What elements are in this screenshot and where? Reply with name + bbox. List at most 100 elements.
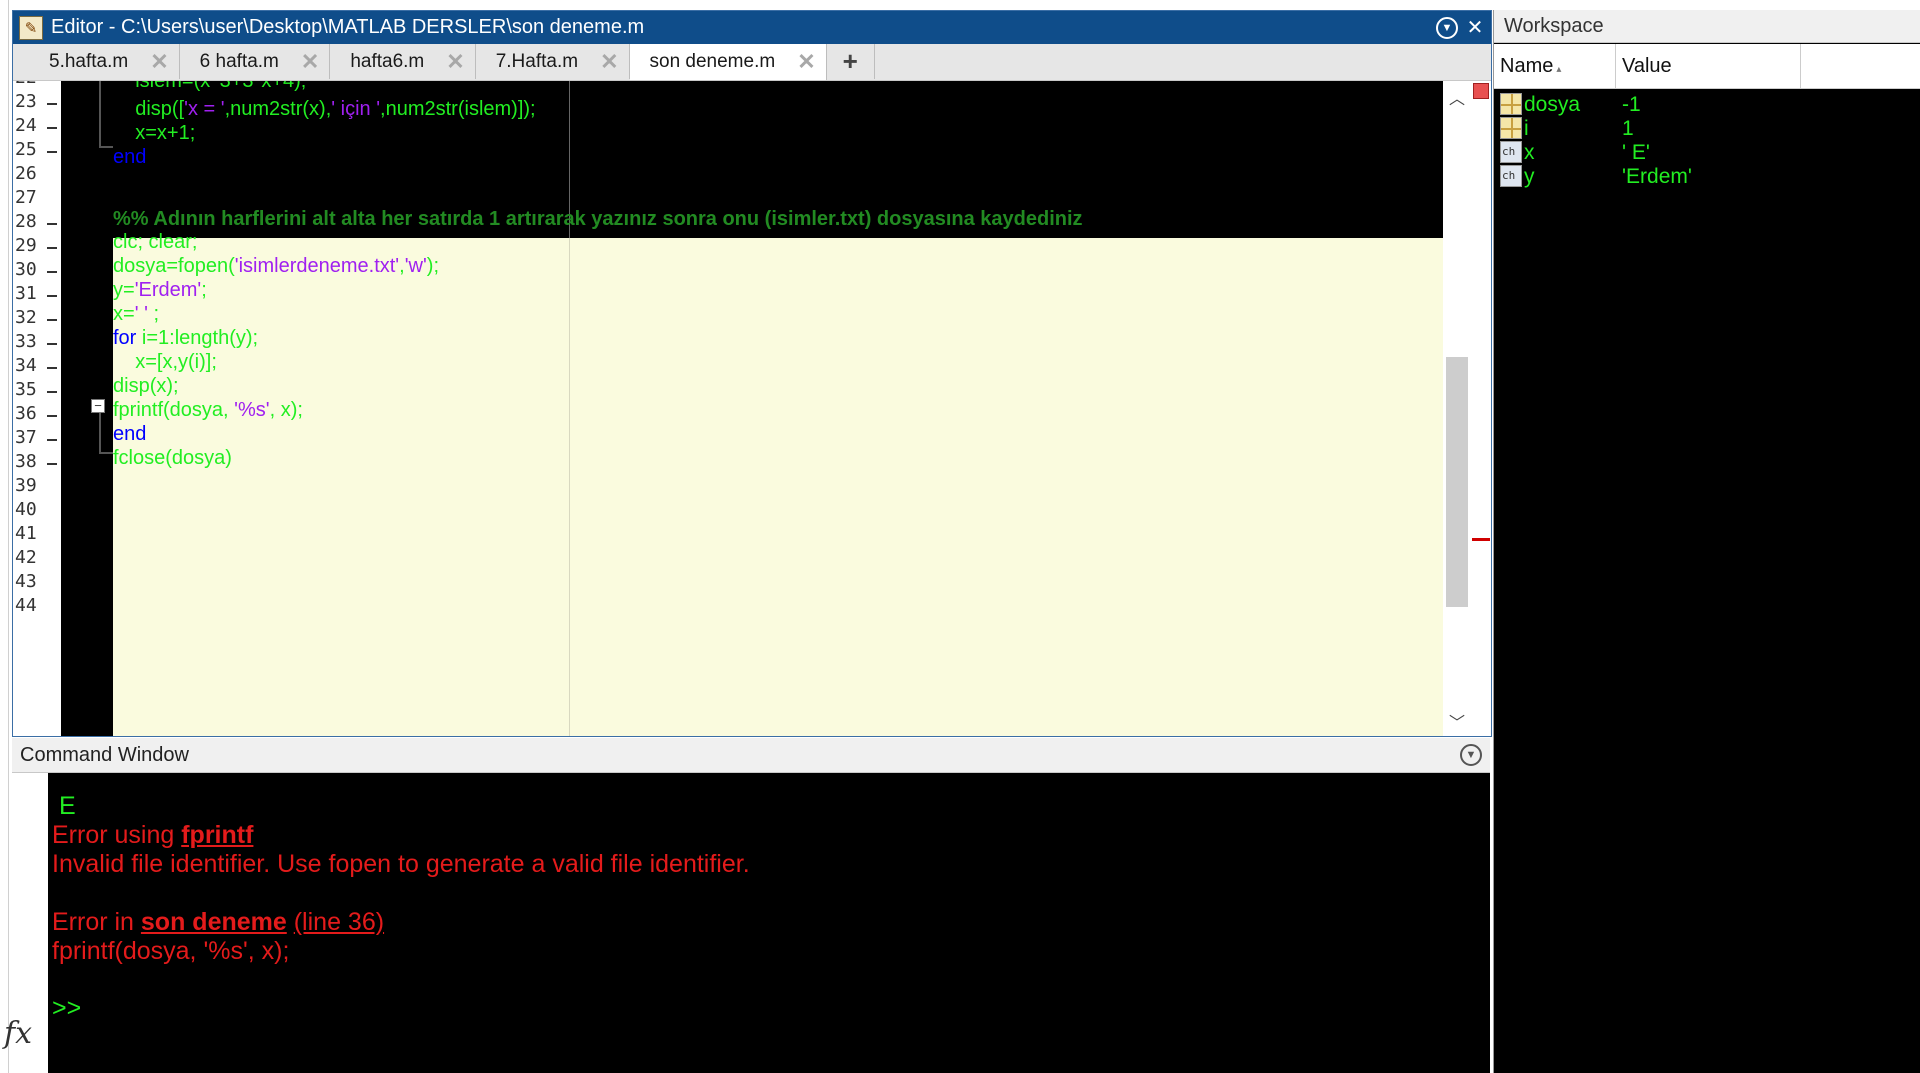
tab-label: 5.hafta.m xyxy=(49,50,129,72)
breakpoint-dash[interactable] xyxy=(47,271,57,273)
code-line-28: %% Adının harflerini alt alta her satırd… xyxy=(113,205,1083,234)
breakpoint-dash[interactable] xyxy=(47,415,57,417)
breakpoint-dash[interactable] xyxy=(47,367,57,369)
grid-icon xyxy=(1500,117,1522,139)
tab-6-hafta[interactable]: 6 hafta.m ✕ xyxy=(179,44,331,79)
code-fold-toggle[interactable]: − xyxy=(91,399,105,413)
code-text: ,num2str(islem)]); xyxy=(380,98,536,120)
block-bracket xyxy=(99,81,101,147)
tab-label: hafta6.m xyxy=(350,50,425,72)
current-cell-highlight xyxy=(113,238,1443,736)
close-icon[interactable]: ✕ xyxy=(446,49,464,75)
breakpoint-dash[interactable] xyxy=(47,319,57,321)
code-analyzer-bar xyxy=(1471,81,1491,736)
scroll-down-icon[interactable]: ﹀ xyxy=(1443,709,1471,735)
error-text-space xyxy=(287,908,294,936)
code-text: islem=(x^3+3*x+4); xyxy=(113,81,307,92)
code-text: ,num2str(x), xyxy=(224,98,332,120)
close-icon: ✕ xyxy=(1466,17,1484,39)
tab-label: 6 hafta.m xyxy=(199,50,279,72)
close-icon[interactable]: ✕ xyxy=(301,49,319,75)
fold-column xyxy=(61,81,113,736)
code-text: disp([ xyxy=(113,98,185,120)
column-name-header[interactable]: Name ▴ xyxy=(1494,44,1616,88)
command-window-header: Command Window ▼ xyxy=(12,738,1490,773)
breakpoint-dash[interactable] xyxy=(47,463,57,465)
editor-menu-button[interactable]: ▼ xyxy=(1435,16,1459,40)
scrollbar-thumb[interactable] xyxy=(1446,357,1468,607)
column-value-header[interactable]: Value xyxy=(1616,44,1801,88)
close-icon[interactable]: ✕ xyxy=(797,49,815,75)
breakpoint-dash[interactable] xyxy=(47,247,57,249)
code-string: 'isimlerdeneme.txt' xyxy=(234,255,400,277)
code-text: x=x+1; xyxy=(113,122,196,144)
breakpoint-dash[interactable] xyxy=(47,223,57,225)
close-icon[interactable]: ✕ xyxy=(600,49,618,75)
code-text: x= xyxy=(113,303,135,325)
editor-vertical-scrollbar[interactable]: ︿ ﹀ xyxy=(1443,81,1471,736)
tab-son-deneme[interactable]: son deneme.m ✕ xyxy=(629,44,827,80)
line-36-link[interactable]: (line 36) xyxy=(294,908,384,936)
variable-name: y xyxy=(1524,165,1535,188)
fprintf-link[interactable]: fprintf xyxy=(181,821,253,849)
workspace-row-y[interactable]: ch y 'Erdem' xyxy=(1494,162,1920,191)
for-block-bracket-foot xyxy=(99,452,113,454)
code-text: i=1:length(y); xyxy=(136,327,259,349)
editor-tabbar: 5.hafta.m ✕ 6 hafta.m ✕ hafta6.m ✕ 7.Hafta.… xyxy=(13,44,1491,81)
command-prompt[interactable]: >> xyxy=(52,994,81,1023)
char-icon: ch xyxy=(1500,141,1522,163)
breakpoint-dash[interactable] xyxy=(47,103,57,105)
breakpoint-dash[interactable] xyxy=(47,391,57,393)
code-line-38: fclose(dosya) xyxy=(113,444,232,473)
plus-icon: + xyxy=(842,46,858,76)
code-text: clc; clear; xyxy=(113,231,198,253)
workspace-column-header: Name ▴ Value xyxy=(1494,44,1920,89)
error-line-1: Error using fprintf xyxy=(52,821,253,850)
error-line-3: Error in son deneme (line 36) xyxy=(52,908,384,937)
block-bracket-foot xyxy=(99,146,113,148)
workspace-title: Workspace xyxy=(1494,10,1920,43)
editor-pencil-icon: ✎ xyxy=(19,15,43,40)
error-indicator-icon[interactable] xyxy=(1473,83,1489,99)
code-text: disp(x); xyxy=(113,375,179,397)
code-comment: %% Adının harflerini alt alta her satırd… xyxy=(113,208,1083,230)
code-text: x=[x,y(i)]; xyxy=(113,351,217,373)
tab-hafta6[interactable]: hafta6.m ✕ xyxy=(330,44,476,79)
close-icon[interactable]: ✕ xyxy=(150,49,168,75)
command-window[interactable]: Command Window ▼ E Error using fprintf I… xyxy=(12,738,1490,1073)
tab-5-hafta[interactable]: 5.hafta.m ✕ xyxy=(13,44,180,79)
code-string: 'x = ' xyxy=(184,98,225,120)
variable-value: 'Erdem' xyxy=(1622,165,1692,188)
code-string: 'w' xyxy=(404,255,427,277)
command-output: E xyxy=(52,792,76,820)
tab-7-hafta[interactable]: 7.Hafta.m ✕ xyxy=(475,44,630,79)
workspace-panel: Workspace Name ▴ Value dosya -1 i 1 ch x … xyxy=(1493,10,1920,1073)
breakpoint-dash[interactable] xyxy=(47,343,57,345)
error-marker[interactable] xyxy=(1472,538,1490,541)
tab-label: 7.Hafta.m xyxy=(495,50,579,72)
code-string: ' için ' xyxy=(331,98,381,120)
for-block-bracket xyxy=(99,413,101,453)
new-tab-button[interactable]: + xyxy=(826,44,875,79)
fx-function-browser-icon[interactable]: fx xyxy=(4,1016,32,1051)
breakpoint-dash[interactable] xyxy=(47,439,57,441)
line-number: 44 xyxy=(15,595,37,616)
column-name-label: Name xyxy=(1500,55,1554,77)
error-line-4: fprintf(dosya, '%s', x); xyxy=(52,937,290,965)
breakpoint-dash[interactable] xyxy=(47,151,57,153)
breakpoint-dash[interactable] xyxy=(47,127,57,129)
son-deneme-link[interactable]: son deneme xyxy=(141,908,287,936)
code-keyword: for xyxy=(113,327,137,349)
code-line-25: end xyxy=(113,143,146,172)
chevron-down-icon[interactable]: ▼ xyxy=(1460,744,1482,766)
editor-titlebar: ✎ Editor - C:\Users\user\Desktop\MATLAB … xyxy=(13,11,1491,44)
scroll-up-icon[interactable]: ︿ xyxy=(1443,85,1471,111)
code-keyword: end xyxy=(113,146,147,168)
code-line-22: islem=(x^3+3*x+4); xyxy=(113,81,306,96)
editor-close-button[interactable]: ✕ xyxy=(1463,16,1487,40)
code-area[interactable]: 2223242526272829303132333435363738394041… xyxy=(13,81,1491,736)
left-edge-strip xyxy=(0,0,9,1073)
breakpoint-dash[interactable] xyxy=(47,295,57,297)
char-icon: ch xyxy=(1500,165,1522,187)
code-text: fprintf(dosya, xyxy=(113,399,235,421)
